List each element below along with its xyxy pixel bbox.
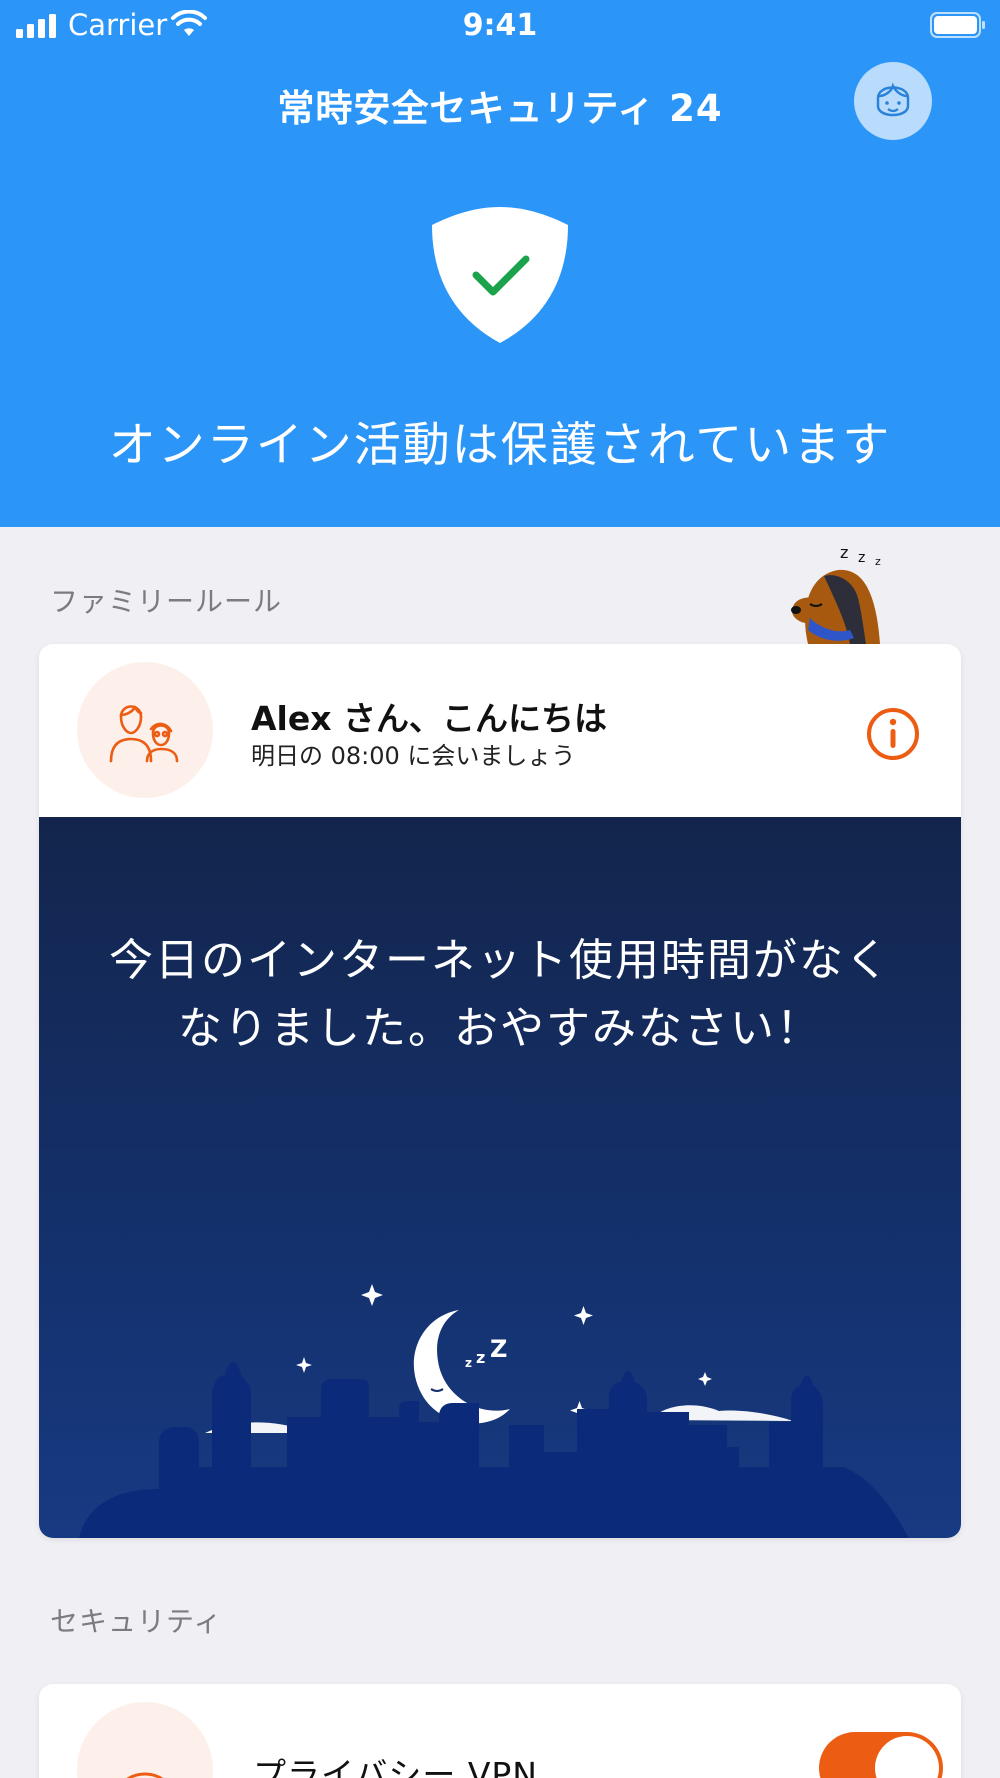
svg-text:z: z — [476, 1348, 485, 1367]
profile-avatar-button[interactable] — [854, 62, 932, 140]
user-avatar-icon — [876, 82, 910, 117]
svg-text:z: z — [465, 1356, 472, 1370]
vpn-signal-icon — [126, 1772, 164, 1778]
info-icon[interactable] — [865, 706, 921, 762]
bedtime-message: 今日のインターネット使用時間がなくなりました。おやすみなさい！ — [109, 935, 891, 1054]
battery-icon — [930, 12, 985, 38]
vpn-label: プライバシー VPN — [253, 1755, 538, 1778]
greeting-title: Alex さん、こんにちは — [251, 699, 608, 738]
svg-text:z: z — [858, 550, 865, 566]
security-label: セキュリティ — [50, 1605, 223, 1638]
status-bar: Carrier 9:41 — [0, 0, 1000, 52]
clock: 9:41 — [462, 8, 538, 43]
protection-status-text: オンライン活動は保護されています — [108, 418, 892, 473]
vpn-card: プライバシー VPN — [39, 1684, 961, 1778]
vpn-avatar — [77, 1702, 213, 1778]
vpn-toggle-knob — [875, 1736, 939, 1778]
family-icon — [109, 705, 179, 763]
greeting-subtitle: 明日の 08:00 に会いましょう — [251, 742, 576, 770]
shield-check-icon — [432, 207, 568, 343]
family-rules-label: ファミリールール — [50, 585, 283, 618]
svg-text:z: z — [875, 555, 881, 568]
family-rules-card: Alex さん、こんにちは 明日の 08:00 に会いましょう 今日のインターネ… — [39, 644, 961, 1538]
app-title: 常時安全セキュリティ 24 — [277, 87, 723, 130]
bedtime-banner: 今日のインターネット使用時間がなくなりました。おやすみなさい！ z z Z — [39, 817, 961, 1538]
family-avatar — [77, 662, 213, 798]
protection-header: Carrier 9:41 常時安全セキュリティ 24 オンライン活動は保護されて… — [0, 0, 1000, 527]
svg-text:z: z — [840, 543, 848, 562]
sleeping-dog-icon: z z z — [791, 543, 881, 644]
svg-text:Z: Z — [490, 1335, 507, 1363]
night-city-illustration: z z Z — [79, 1284, 909, 1538]
vpn-toggle[interactable] — [819, 1732, 943, 1778]
